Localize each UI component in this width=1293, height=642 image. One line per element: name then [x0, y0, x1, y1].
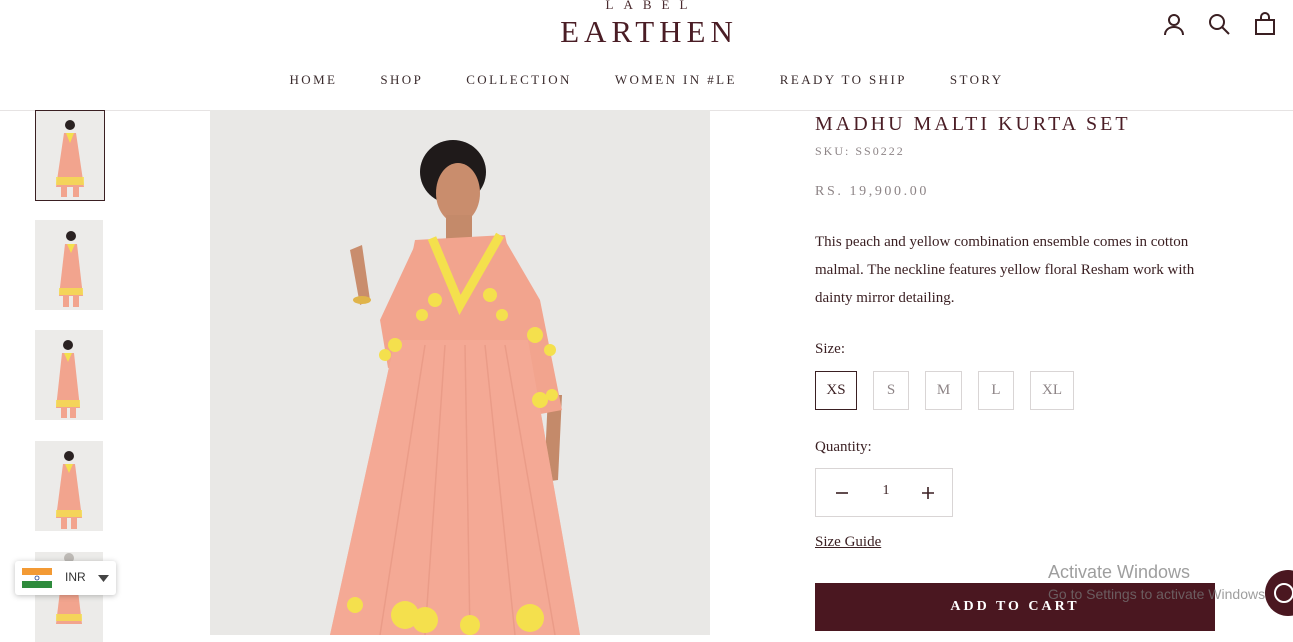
- logo-brand-text[interactable]: EARTHEN: [0, 14, 1293, 50]
- product-title: MADHU MALTI KURTA SET: [815, 113, 1131, 135]
- cart-bag-icon[interactable]: [1253, 12, 1277, 36]
- chat-widget-button[interactable]: [1265, 570, 1293, 616]
- nav-shop[interactable]: SHOP: [380, 72, 423, 88]
- search-icon[interactable]: [1207, 12, 1231, 36]
- site-header: LABEL EARTHEN HOME SHOP COLLECTION WOMEN…: [0, 0, 1293, 111]
- thumbnail-1[interactable]: [35, 110, 105, 201]
- account-icon[interactable]: [1162, 12, 1186, 36]
- nav-collection[interactable]: COLLECTION: [466, 72, 572, 88]
- quantity-value[interactable]: 1: [874, 483, 898, 499]
- size-option-l[interactable]: L: [978, 371, 1014, 410]
- thumbnail-3[interactable]: [35, 330, 103, 420]
- size-option-xl[interactable]: XL: [1030, 371, 1074, 410]
- chat-icon: [1274, 583, 1293, 603]
- activation-watermark-title: Activate Windows: [1048, 562, 1191, 582]
- product-main-image[interactable]: [210, 110, 710, 635]
- nav-ready-to-ship[interactable]: READY TO SHIP: [780, 72, 907, 88]
- activation-watermark-subtitle: Go to Settings to activate Windows.: [1048, 586, 1269, 602]
- minus-icon[interactable]: [830, 481, 854, 505]
- logo-label-text[interactable]: LABEL: [0, 0, 1293, 13]
- size-label: Size:: [815, 341, 845, 357]
- product-price: RS. 19,900.00: [815, 184, 929, 199]
- nav-story[interactable]: STORY: [950, 72, 1004, 88]
- quantity-stepper: 1: [815, 468, 953, 517]
- currency-code: INR: [65, 570, 86, 584]
- size-option-s[interactable]: S: [873, 371, 909, 410]
- plus-icon[interactable]: [916, 481, 940, 505]
- thumbnail-4[interactable]: [35, 441, 103, 531]
- main-nav: HOME SHOP COLLECTION WOMEN IN #LE READY …: [0, 72, 1293, 88]
- caret-down-icon: [98, 575, 109, 582]
- thumbnail-2[interactable]: [35, 220, 103, 310]
- size-guide-link[interactable]: Size Guide: [815, 534, 881, 551]
- size-option-xs[interactable]: XS: [815, 371, 857, 410]
- nav-home[interactable]: HOME: [290, 72, 338, 88]
- nav-women-in-le[interactable]: WOMEN IN #LE: [615, 72, 737, 88]
- product-description: This peach and yellow combination ensemb…: [815, 234, 1195, 306]
- size-option-m[interactable]: M: [925, 371, 962, 410]
- product-sku: SKU: SS0222: [815, 144, 905, 158]
- india-flag-icon: [22, 568, 52, 588]
- currency-selector[interactable]: INR: [15, 561, 116, 595]
- quantity-label: Quantity:: [815, 439, 872, 455]
